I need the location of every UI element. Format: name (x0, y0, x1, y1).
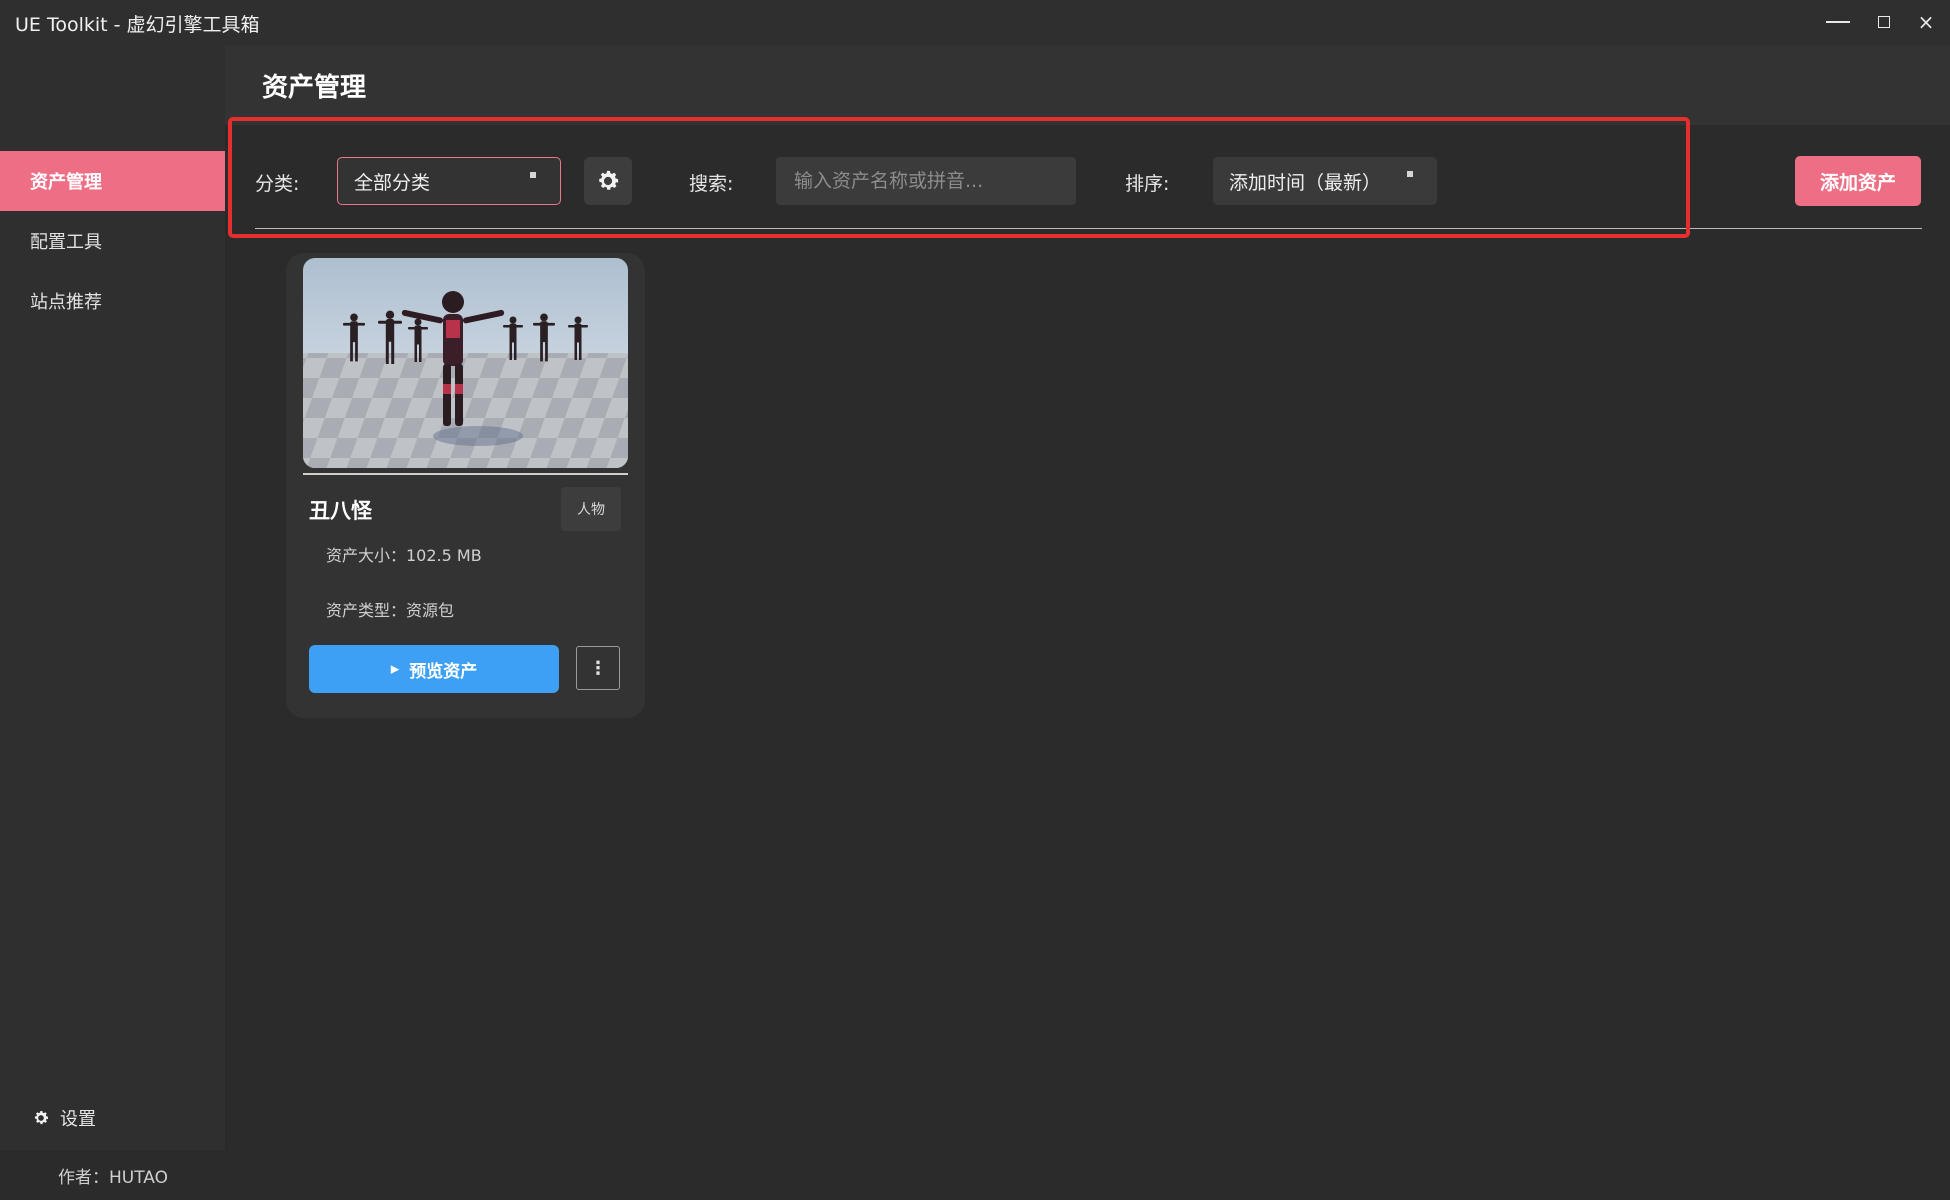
add-asset-button[interactable]: 添加资产 (1795, 156, 1921, 206)
minimize-icon (1826, 21, 1850, 23)
preview-label: 预览资产 (409, 661, 478, 682)
sort-label: 排序: (1125, 173, 1170, 195)
more-vertical-icon: ⋮ (589, 657, 607, 679)
search-label: 搜索: (689, 173, 734, 195)
category-label: 分类: (255, 173, 300, 195)
close-button[interactable]: × (1906, 4, 1946, 40)
asset-name: 丑八怪 (309, 499, 372, 523)
asset-card[interactable]: 丑八怪 人物 资产大小：102.5 MB 资产类型：资源包 ▸ 预览资产 ⋮ (286, 253, 645, 718)
settings-label: 设置 (60, 1109, 96, 1130)
category-select[interactable]: 全部分类 (337, 157, 561, 205)
asset-type: 资产类型：资源包 (326, 601, 455, 620)
card-divider (303, 473, 628, 475)
sidebar-item-label: 资产管理 (30, 172, 102, 193)
asset-preview-image (303, 258, 628, 468)
window-title: UE Toolkit - 虚幻引擎工具箱 (15, 14, 260, 36)
gear-icon (599, 170, 619, 190)
minimize-button[interactable] (1818, 4, 1858, 40)
sidebar-item-site-recommendations[interactable]: 站点推荐 (0, 271, 225, 331)
gear-icon (34, 1111, 49, 1125)
sort-select[interactable]: 添加时间（最新） (1213, 157, 1437, 205)
search-input[interactable] (776, 157, 1076, 205)
maximize-icon (1878, 16, 1890, 28)
toolbar-divider (255, 228, 1922, 229)
sidebar-item-label: 配置工具 (30, 232, 102, 253)
sidebar: 资产管理 配置工具 站点推荐 设置 (0, 45, 226, 1150)
close-icon: × (1917, 10, 1935, 34)
title-bar: UE Toolkit - 虚幻引擎工具箱 × (0, 0, 1950, 46)
play-icon: ▸ (390, 659, 400, 679)
footer: 作者：HUTAO (0, 1150, 1950, 1200)
page-header: 资产管理 (225, 45, 1950, 125)
category-settings-button[interactable] (584, 157, 632, 205)
category-value: 全部分类 (354, 171, 431, 194)
sidebar-item-asset-management[interactable]: 资产管理 (0, 151, 225, 211)
page-title: 资产管理 (262, 73, 367, 103)
more-options-button[interactable]: ⋮ (576, 646, 620, 690)
asset-category-tag: 人物 (561, 487, 621, 531)
dropdown-caret-icon (530, 172, 536, 178)
dropdown-caret-icon (1407, 171, 1413, 177)
asset-thumbnail[interactable] (303, 258, 628, 468)
author-credit: 作者：HUTAO (58, 1168, 169, 1188)
preview-asset-button[interactable]: ▸ 预览资产 (309, 645, 559, 693)
sort-value: 添加时间（最新） (1229, 171, 1382, 194)
asset-size: 资产大小：102.5 MB (326, 546, 482, 565)
sidebar-item-label: 站点推荐 (30, 292, 102, 313)
maximize-button[interactable] (1864, 4, 1904, 40)
settings-button[interactable]: 设置 (32, 1105, 96, 1131)
sidebar-item-config-tools[interactable]: 配置工具 (0, 211, 225, 271)
